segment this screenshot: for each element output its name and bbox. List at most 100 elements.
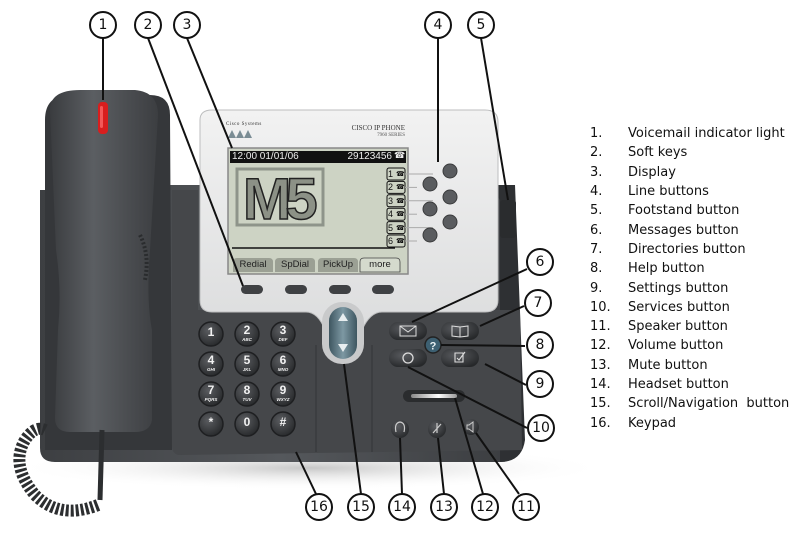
volume-bar	[411, 394, 457, 398]
legend-label: Messages button	[628, 222, 739, 238]
legend-label: Display	[628, 164, 676, 180]
line-number-label: 5	[388, 222, 394, 233]
legend-item: 11. Speaker button	[590, 317, 805, 336]
legend-number: 13.	[590, 357, 611, 373]
legend-label: Scroll/Navigation button	[628, 396, 790, 412]
line-number-label: 6	[388, 236, 394, 246]
legend-number: 12.	[590, 338, 611, 354]
keypad-key-star[interactable]	[198, 411, 224, 437]
legend-item: 6. Messages button	[590, 220, 805, 239]
callout-15: 15	[347, 493, 375, 521]
legend-number: 11.	[590, 319, 611, 335]
display-logo: M5	[242, 166, 318, 233]
keypad-key-2[interactable]	[234, 321, 260, 347]
legend-label: Services button	[628, 299, 730, 315]
legend-number: 9.	[590, 280, 603, 296]
soft-key-1[interactable]	[241, 285, 263, 294]
legend-label: Keypad	[628, 415, 677, 431]
line-phone-icon: ☎	[396, 210, 405, 219]
handset-cord	[97, 429, 105, 501]
legend-number: 15.	[590, 396, 611, 412]
messages-button[interactable]	[389, 322, 427, 340]
soft-key-3[interactable]	[329, 285, 351, 294]
services-button[interactable]	[389, 349, 427, 367]
legend-item: 16. Keypad	[590, 413, 805, 432]
handset[interactable]	[50, 90, 158, 432]
legend-number: 7.	[590, 241, 603, 257]
keypad-key-5[interactable]	[234, 351, 260, 377]
display-extension: 29123456	[347, 151, 393, 162]
legend-number: 3.	[590, 164, 603, 180]
legend-number: 4.	[590, 184, 603, 200]
line-button-6[interactable]	[422, 227, 438, 243]
display-datetime: 12:00 01/01/06	[232, 151, 299, 162]
softkey-label-pickup: PickUp	[322, 259, 354, 270]
line-button-3[interactable]	[442, 189, 458, 205]
line-phone-icon: ☎	[396, 223, 405, 232]
callout-14: 14	[388, 493, 416, 521]
legend-item: 10. Services button	[590, 298, 805, 317]
callout-1: 1	[89, 11, 117, 39]
legend-item: 12. Volume button	[590, 336, 805, 355]
keypad-key-7[interactable]	[198, 381, 224, 407]
keypad-key-4[interactable]	[198, 351, 224, 377]
keypad-key-0[interactable]	[234, 411, 260, 437]
keypad-key-6[interactable]	[270, 351, 296, 377]
headset-button[interactable]	[391, 420, 409, 438]
legend-item: 3. Display	[590, 163, 805, 182]
callout-6: 6	[526, 248, 554, 276]
legend-label: Mute button	[628, 357, 708, 373]
line-button-5[interactable]	[442, 214, 458, 230]
display-phone-icon: ☎	[394, 151, 406, 161]
callout-5: 5	[467, 11, 495, 39]
callout-12: 12	[471, 493, 499, 521]
keypad-key-8[interactable]	[234, 381, 260, 407]
callout-7: 7	[524, 289, 552, 317]
legend-label: Footstand button	[628, 203, 740, 219]
legend-number: 6.	[590, 222, 603, 238]
legend-number: 10.	[590, 299, 611, 315]
footstand-button[interactable]	[500, 200, 516, 238]
line-phone-icon: ☎	[396, 196, 405, 205]
keypad-key-9[interactable]	[270, 381, 296, 407]
keypad-key-hash[interactable]	[270, 411, 296, 437]
callout-2: 2	[134, 11, 162, 39]
line-phone-icon: ☎	[396, 183, 405, 192]
leader-8	[440, 344, 526, 347]
legend-label: Volume button	[628, 338, 724, 354]
keypad-key-1[interactable]	[198, 321, 224, 347]
legend-number: 8.	[590, 261, 603, 277]
softkey-label-redial: Redial	[239, 259, 267, 270]
line-button-4[interactable]	[422, 201, 438, 217]
legend-label: Help button	[628, 261, 705, 277]
keypad-key-3[interactable]	[270, 321, 296, 347]
legend-item: 2. Soft keys	[590, 143, 805, 162]
legend-item: 7. Directories button	[590, 240, 805, 259]
legend-item: 13. Mute button	[590, 356, 805, 375]
legend-item: 4. Line buttons	[590, 182, 805, 201]
legend-number: 16.	[590, 415, 611, 431]
callout-9: 9	[526, 370, 554, 398]
legend-item: 5. Footstand button	[590, 201, 805, 220]
legend-item: 9. Settings button	[590, 278, 805, 297]
soft-key-2[interactable]	[285, 285, 307, 294]
legend-item: 14. Headset button	[590, 375, 805, 394]
callout-3: 3	[173, 11, 201, 39]
legend-label: Soft keys	[628, 145, 688, 161]
legend-label: Speaker button	[628, 319, 728, 335]
legend-number: 14.	[590, 377, 611, 392]
model-series: 7960 SERIES	[377, 133, 405, 138]
brand-logo-text: Cisco Systems	[226, 122, 262, 127]
legend-number: 1.	[590, 126, 603, 142]
line-button-2[interactable]	[422, 176, 438, 192]
callout-8: 8	[526, 331, 554, 359]
voicemail-light-highlight	[100, 106, 103, 128]
soft-key-4[interactable]	[372, 285, 394, 294]
callout-16: 16	[305, 493, 333, 521]
line-number-label: 3	[388, 195, 394, 206]
line-number-label: 4	[388, 209, 394, 220]
legend-label: Headset button	[628, 377, 729, 392]
legend-item: 15. Scroll/Navigation button	[590, 394, 805, 413]
legend-label: Settings button	[628, 280, 729, 296]
line-button-1[interactable]	[442, 163, 458, 179]
